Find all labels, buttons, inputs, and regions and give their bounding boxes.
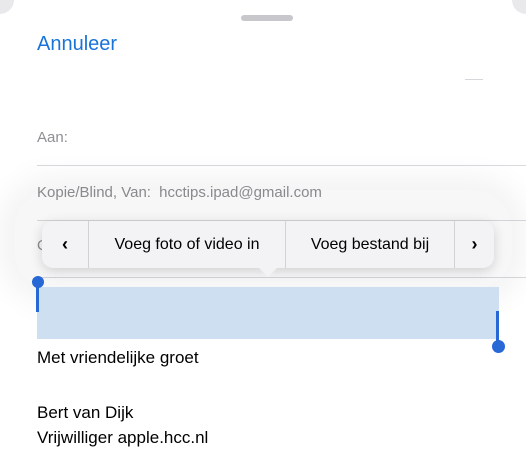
signature-greeting: Met vriendelijke groet — [37, 348, 199, 367]
chevron-right-icon: › — [471, 234, 478, 254]
menu-next-button[interactable]: › — [455, 221, 494, 268]
signature-name: Bert van Dijk — [37, 403, 134, 422]
insert-photo-video-button[interactable]: Voeg foto of video in — [89, 221, 285, 268]
context-menu-pointer — [258, 267, 278, 277]
edit-context-menu: ‹ Voeg foto of video in Voeg bestand bij… — [42, 221, 494, 268]
to-field-label[interactable]: Aan: — [37, 129, 68, 146]
sheet-corner-left — [0, 0, 14, 14]
chevron-left-icon: ‹ — [62, 234, 68, 254]
sheet-grabber-handle[interactable] — [241, 15, 293, 21]
selection-start-handle-bar[interactable] — [36, 283, 39, 312]
text-selection-highlight[interactable] — [37, 287, 499, 339]
attach-file-button[interactable]: Voeg bestand bij — [286, 221, 454, 268]
selection-end-handle-dot[interactable] — [492, 340, 505, 353]
to-field-divider — [37, 165, 526, 166]
sheet-corner-right — [512, 0, 526, 14]
signature-role: Vrijwilliger apple.hcc.nl — [37, 428, 209, 447]
menu-prev-button[interactable]: ‹ — [42, 221, 88, 268]
cancel-button[interactable]: Annuleer — [37, 33, 117, 56]
mail-compose-sheet: Annuleer Aan: Kopie/Blind, Van: hcctips.… — [0, 0, 526, 450]
header-faint-divider — [465, 79, 483, 80]
